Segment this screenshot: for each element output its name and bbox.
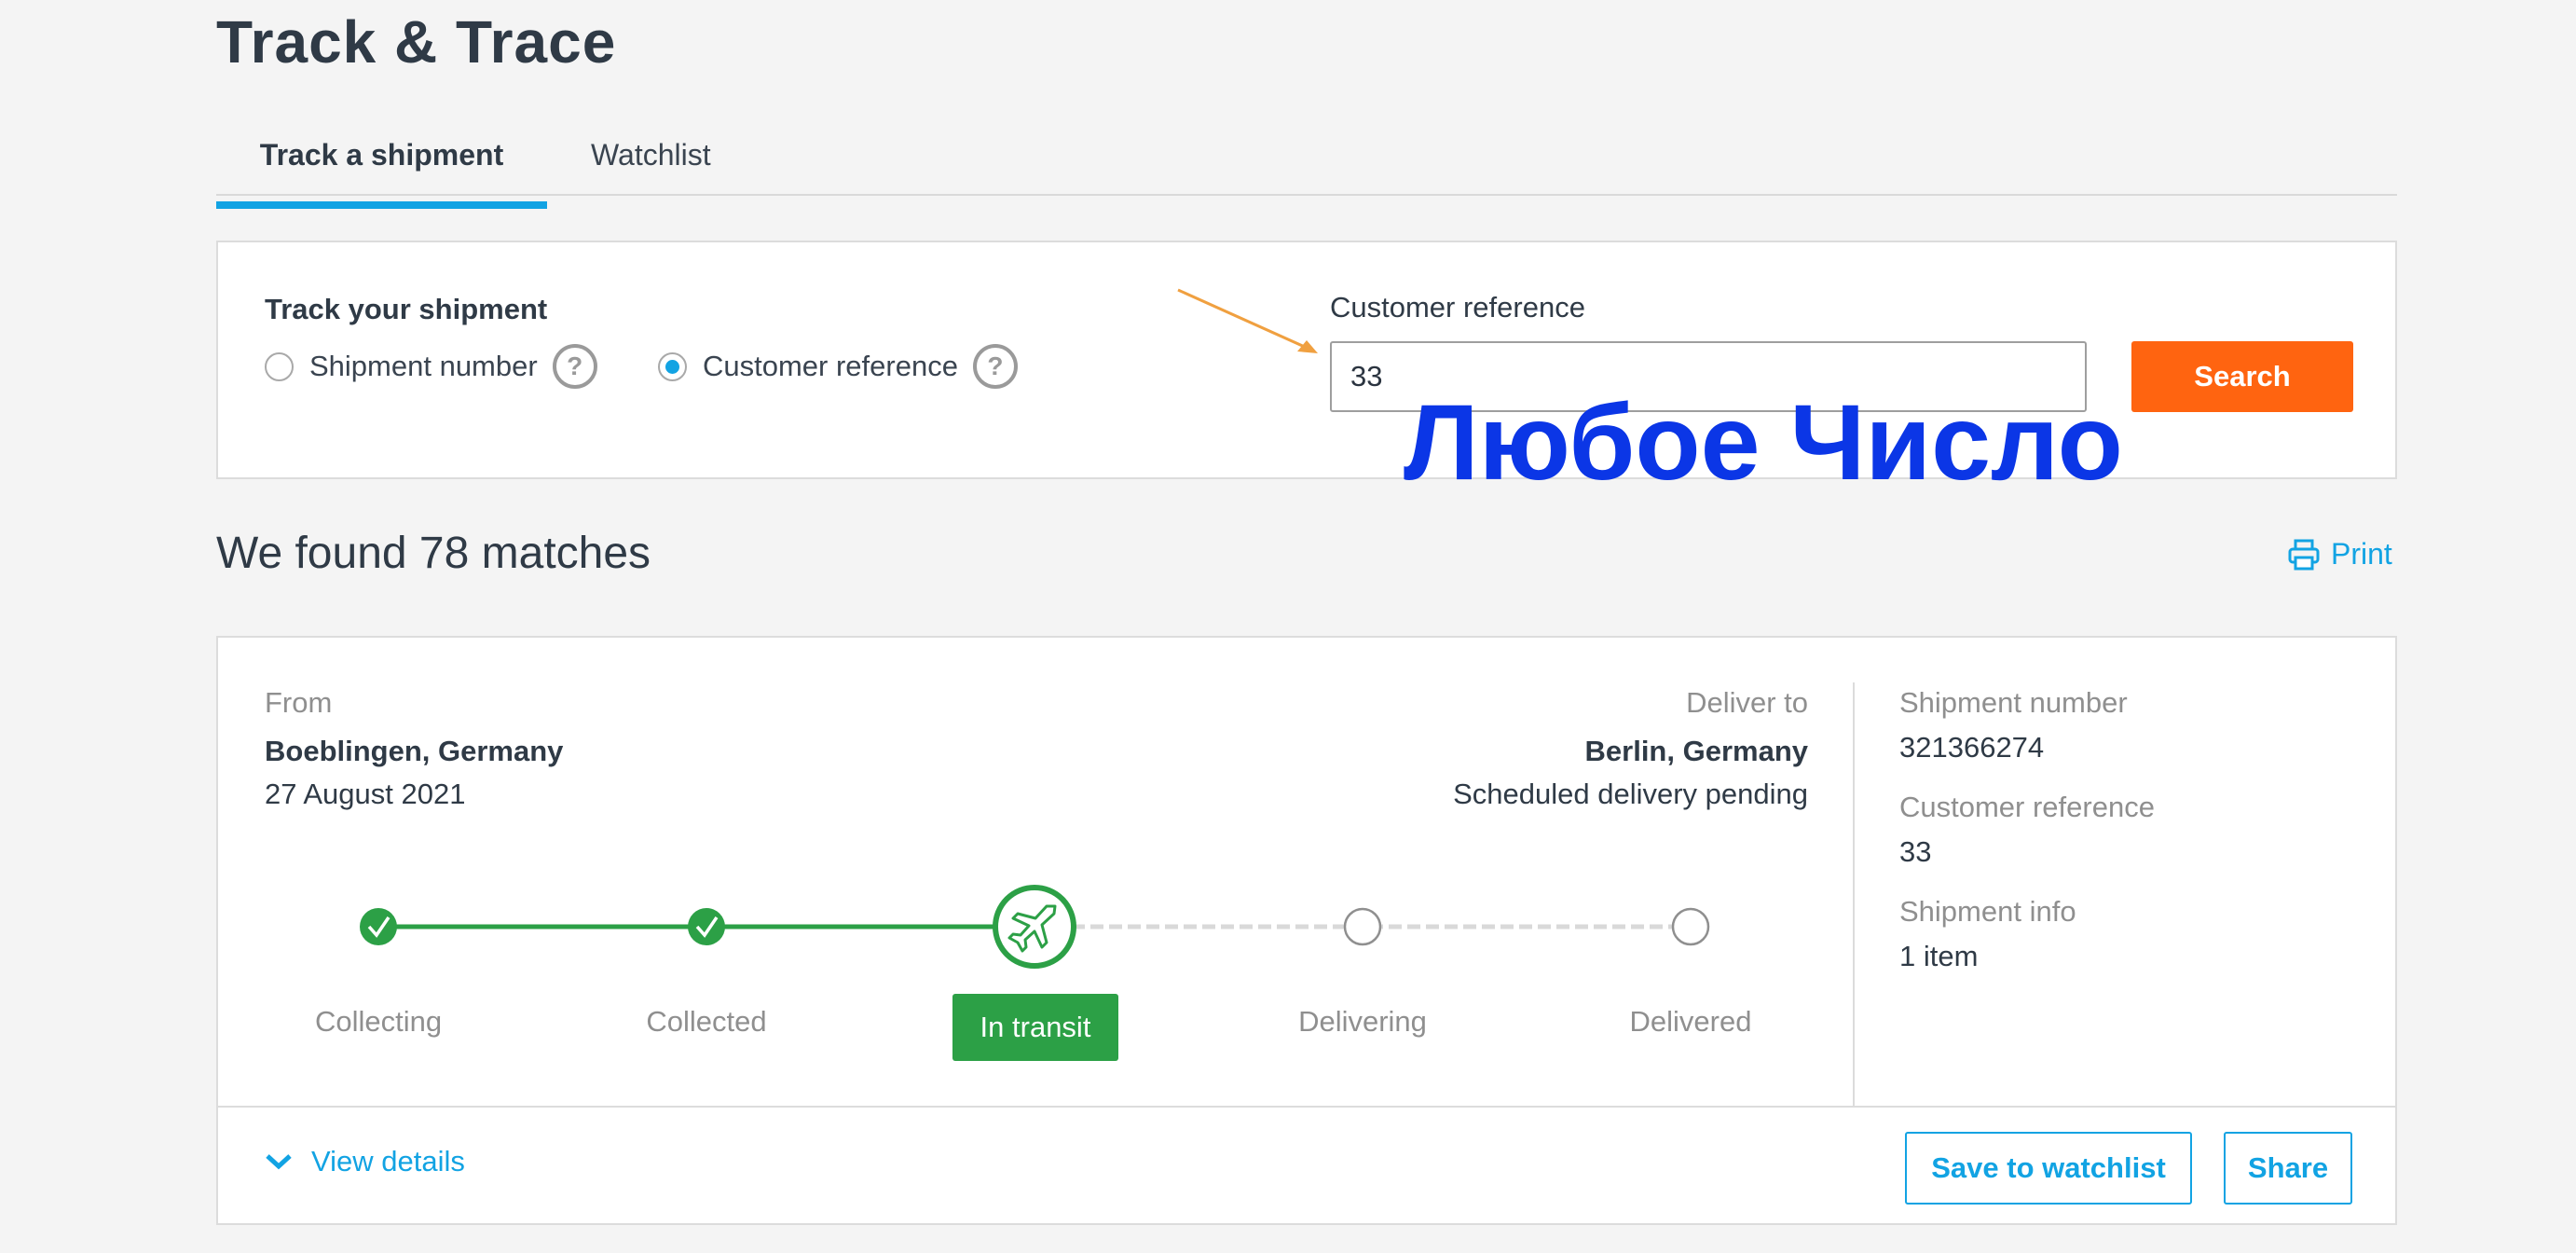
search-button[interactable]: Search: [2131, 341, 2353, 412]
tab-watchlist[interactable]: Watchlist: [591, 136, 711, 196]
print-label: Print: [2331, 537, 2392, 571]
from-date: 27 August 2021: [265, 778, 466, 810]
radio-label: Shipment number: [309, 350, 538, 382]
radio-label: Customer reference: [703, 350, 958, 382]
step-label-in-transit: In transit: [952, 994, 1118, 1061]
track-trace-page: Track & Trace Track a shipment Watchlist…: [0, 0, 2576, 1253]
tab-bar: Track a shipment Watchlist: [216, 121, 2397, 209]
deliver-to-city: Berlin, Germany: [1584, 735, 1808, 767]
chevron-down-icon: [266, 1154, 292, 1170]
from-city: Boeblingen, Germany: [265, 735, 564, 767]
delivery-status: Scheduled delivery pending: [1453, 778, 1808, 810]
from-label: From: [265, 686, 333, 719]
save-to-watchlist-button[interactable]: Save to watchlist: [1905, 1132, 2192, 1205]
print-button[interactable]: Print: [2288, 537, 2392, 571]
customer-reference-value: 33: [1899, 835, 1932, 868]
shipment-number-value: 321366274: [1899, 731, 2045, 764]
shipment-card: From Boeblingen, Germany 27 August 2021 …: [216, 636, 2397, 1225]
card-footer: View details Save to watchlist Share: [218, 1106, 2395, 1225]
view-details-label: View details: [311, 1145, 465, 1177]
shipment-info-label: Shipment info: [1899, 895, 2076, 928]
radio-button-checked[interactable]: [658, 351, 687, 381]
view-details-link[interactable]: View details: [265, 1145, 465, 1178]
shipment-info-value: 1 item: [1899, 940, 1979, 972]
vertical-divider: [1853, 682, 1855, 1108]
step-collecting-check-icon: [360, 908, 397, 945]
help-icon[interactable]: ?: [552, 344, 597, 389]
customer-reference-info-label: Customer reference: [1899, 791, 2155, 823]
deliver-to-label: Deliver to: [1686, 686, 1808, 719]
track-heading: Track your shipment: [265, 293, 548, 325]
shipment-number-label: Shipment number: [1899, 686, 2128, 719]
radio-shipment-number[interactable]: Shipment number ?: [265, 343, 597, 390]
results-summary: We found 78 matches: [216, 529, 651, 578]
radio-customer-reference[interactable]: Customer reference ?: [658, 343, 1018, 390]
step-collected-check-icon: [688, 908, 725, 945]
annotation-arrow-icon: [1177, 288, 1318, 353]
progress-tracker: [360, 885, 1710, 969]
step-label-delivered: Delivered: [1629, 1005, 1752, 1038]
radio-button[interactable]: [265, 351, 294, 381]
customer-reference-label: Customer reference: [1330, 291, 1585, 324]
share-button[interactable]: Share: [2224, 1132, 2352, 1205]
step-in-transit-plane-icon: [993, 885, 1076, 969]
step-label-delivering: Delivering: [1298, 1005, 1427, 1038]
tab-track-shipment[interactable]: Track a shipment: [216, 136, 547, 209]
step-delivering-circle-icon: [1343, 907, 1382, 946]
annotation-text: Любое Число: [1404, 383, 2123, 503]
step-delivered-circle-icon: [1671, 907, 1710, 946]
step-label-collecting: Collecting: [314, 1005, 443, 1038]
page-title: Track & Trace: [216, 8, 617, 76]
step-label-collected: Collected: [646, 1005, 767, 1038]
help-icon[interactable]: ?: [972, 344, 1018, 389]
printer-icon: [2288, 539, 2320, 570]
